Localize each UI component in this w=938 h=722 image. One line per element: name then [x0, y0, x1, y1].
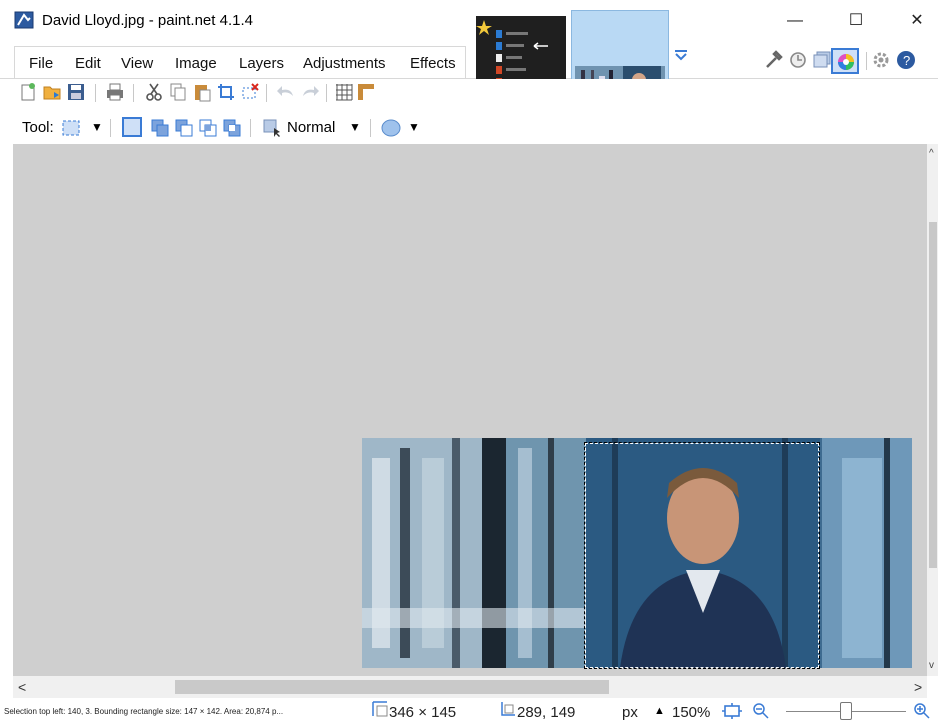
toolbar-separator	[266, 84, 267, 102]
units-select[interactable]: px	[622, 704, 638, 721]
menu-effects[interactable]: Effects	[410, 55, 456, 72]
layers-icon[interactable]	[812, 51, 832, 69]
selection-mode-intersect-icon[interactable]	[198, 118, 218, 138]
image-size-text: 346 × 145	[389, 704, 457, 721]
new-image-icon[interactable]	[18, 82, 38, 102]
image-size-icon	[372, 701, 388, 717]
rectangle-select-icon[interactable]	[61, 119, 81, 137]
menu-view[interactable]: View	[121, 55, 153, 72]
maximize-button[interactable]: ☐	[842, 8, 870, 34]
menu-layers[interactable]: Layers	[239, 55, 284, 72]
menu-edit[interactable]: Edit	[75, 55, 101, 72]
selection-mode-replace-button[interactable]	[122, 117, 142, 137]
help-icon[interactable]: ?	[896, 50, 916, 70]
menu-adjustments[interactable]: Adjustments	[303, 55, 386, 72]
rulers-icon[interactable]	[356, 82, 376, 102]
toolbar-separator	[370, 119, 371, 137]
history-clock-icon[interactable]	[789, 51, 807, 69]
crop-to-selection-icon[interactable]	[216, 82, 236, 102]
zoom-to-window-icon[interactable]	[722, 702, 742, 720]
colors-button[interactable]	[831, 48, 859, 74]
toolbar-separator	[250, 119, 251, 137]
cursor-position-icon	[501, 702, 515, 716]
antialiasing-dropdown-arrow-icon[interactable]: ▼	[408, 120, 420, 134]
toolbar-separator	[866, 52, 867, 70]
selection-info-text: Selection top left: 140, 3. Bounding rec…	[4, 707, 284, 716]
selection-marquee[interactable]	[584, 442, 820, 669]
tool-label: Tool:	[22, 119, 54, 136]
tool-dropdown-arrow-icon[interactable]: ▼	[91, 120, 103, 134]
paste-icon[interactable]	[192, 82, 212, 102]
close-button[interactable]: ✕	[903, 8, 931, 34]
scroll-down-icon[interactable]: v	[929, 660, 934, 671]
zoom-out-icon[interactable]	[752, 702, 770, 720]
blend-dropdown-arrow-icon[interactable]: ▼	[349, 120, 361, 134]
left-edge	[0, 144, 13, 676]
deselect-icon[interactable]	[240, 82, 260, 102]
scroll-right-icon[interactable]: >	[914, 679, 922, 695]
blend-mode-select[interactable]: Normal	[287, 119, 335, 136]
cut-icon[interactable]	[144, 82, 164, 102]
blend-mode-icon	[263, 119, 280, 137]
print-icon[interactable]	[105, 82, 125, 102]
units-dropdown-arrow-icon[interactable]: ▲	[654, 705, 665, 717]
zoom-level-text[interactable]: 150%	[672, 704, 710, 721]
color-wheel-icon	[838, 54, 854, 70]
settings-gear-icon[interactable]	[872, 51, 890, 69]
grid-icon[interactable]	[334, 82, 354, 102]
toolbar-separator	[133, 84, 134, 102]
undo-icon[interactable]	[276, 82, 296, 102]
redo-icon[interactable]	[300, 82, 320, 102]
selection-mode-exclude-icon[interactable]	[174, 118, 194, 138]
title-bar: David Lloyd.jpg - paint.net 4.1.4 — ☐ ✕	[0, 0, 938, 42]
save-icon[interactable]	[66, 82, 86, 102]
minimize-button[interactable]: —	[781, 8, 809, 34]
scroll-up-icon[interactable]: ^	[929, 148, 934, 159]
scroll-left-icon[interactable]: <	[18, 679, 26, 695]
tools-hammer-icon[interactable]	[764, 50, 784, 70]
zoom-in-icon[interactable]	[913, 702, 931, 720]
copy-icon[interactable]	[168, 82, 188, 102]
vertical-scroll-thumb[interactable]	[929, 222, 937, 568]
paintnet-window: David Lloyd.jpg - paint.net 4.1.4 — ☐ ✕ …	[0, 0, 938, 722]
toolbar-separator	[110, 119, 111, 137]
toolbar-separator	[326, 84, 327, 102]
menu-bar: File Edit View Image Layers Adjustments …	[14, 46, 466, 78]
paintnet-app-icon	[14, 11, 34, 29]
toolbar-separator	[95, 84, 96, 102]
antialiasing-icon[interactable]	[380, 118, 402, 138]
open-file-icon[interactable]	[42, 82, 62, 102]
menu-image[interactable]: Image	[175, 55, 217, 72]
collapse-chevron-icon[interactable]	[674, 49, 688, 61]
svg-text:?: ?	[903, 53, 910, 68]
selection-mode-xor-icon[interactable]	[222, 118, 242, 138]
zoom-slider-thumb[interactable]	[840, 702, 852, 720]
cursor-position-text: 289, 149	[517, 704, 576, 721]
selection-mode-union-icon[interactable]	[150, 118, 170, 138]
horizontal-scroll-thumb[interactable]	[175, 680, 609, 694]
window-title: David Lloyd.jpg - paint.net 4.1.4	[42, 12, 253, 29]
menu-file[interactable]: File	[29, 55, 53, 72]
